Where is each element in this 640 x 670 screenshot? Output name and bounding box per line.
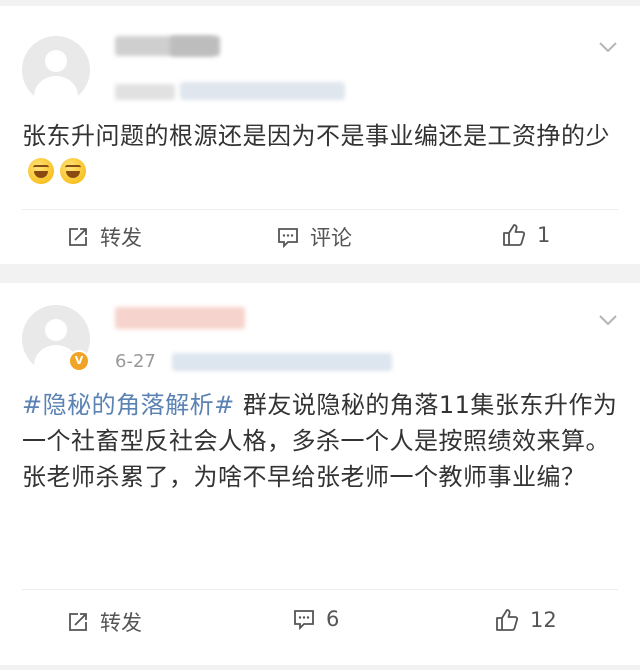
blurred-meta bbox=[172, 353, 392, 371]
comment-icon bbox=[278, 228, 298, 249]
blurred-meta bbox=[115, 84, 175, 100]
verified-badge-icon: V bbox=[68, 350, 90, 372]
like-button[interactable]: 1 bbox=[501, 222, 550, 248]
thumbs-up-icon bbox=[496, 609, 519, 631]
weibo-comment-card-1: 张东升问题的根源还是因为不是事业编还是工资挣的少 转发 评论 1 bbox=[0, 6, 640, 264]
blurred-username bbox=[115, 307, 245, 329]
repost-button[interactable]: 转发 bbox=[66, 222, 142, 252]
laugh-cry-icon bbox=[28, 158, 54, 184]
comment-count: 6 bbox=[326, 607, 340, 631]
laugh-cry-icon bbox=[60, 158, 86, 184]
like-count: 12 bbox=[530, 608, 557, 632]
post-text-body-2: 张老师杀累了，为啥不早给张老师一个教师事业编？ bbox=[22, 463, 586, 491]
divider bbox=[22, 209, 618, 210]
repost-label: 转发 bbox=[100, 611, 142, 635]
repost-icon bbox=[69, 613, 87, 631]
avatar[interactable] bbox=[22, 36, 90, 104]
comment-button[interactable]: 评论 bbox=[276, 222, 352, 252]
comment-icon bbox=[294, 610, 314, 631]
weibo-comment-card-2: V 6-27 #隐秘的角落解析# 群友说隐秘的角落11集张东升作为一个社畜型反社… bbox=[0, 283, 640, 665]
post-text: 张东升问题的根源还是因为不是事业编还是工资挣的少 bbox=[22, 118, 622, 190]
thumbs-up-icon bbox=[503, 224, 526, 246]
like-button[interactable]: 12 bbox=[494, 607, 557, 633]
chevron-down-icon[interactable] bbox=[598, 40, 618, 54]
like-count: 1 bbox=[537, 223, 551, 247]
repost-button[interactable]: 转发 bbox=[66, 607, 142, 637]
comment-label: 评论 bbox=[310, 226, 352, 250]
comment-button[interactable]: 6 bbox=[292, 607, 339, 631]
post-date: 6-27 bbox=[115, 351, 156, 372]
chevron-down-icon[interactable] bbox=[598, 313, 618, 327]
post-text: #隐秘的角落解析# 群友说隐秘的角落11集张东升作为一个社畜型反社会人格，多杀一… bbox=[22, 387, 622, 495]
blurred-username-extra bbox=[170, 36, 220, 56]
hashtag-link[interactable]: #隐秘的角落解析# bbox=[22, 391, 235, 419]
repost-icon bbox=[69, 228, 87, 246]
repost-label: 转发 bbox=[100, 226, 142, 250]
divider bbox=[22, 589, 618, 590]
blurred-meta-2 bbox=[180, 82, 345, 100]
